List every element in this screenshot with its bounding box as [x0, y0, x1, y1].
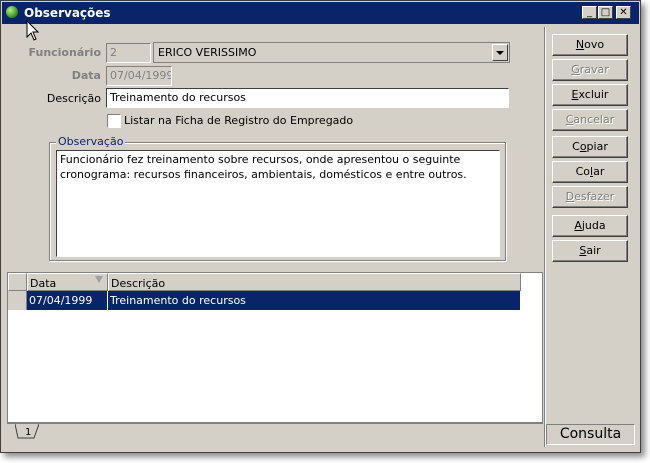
grid-indicator-header	[8, 273, 27, 291]
chevron-down-icon[interactable]	[492, 44, 508, 61]
cell-data[interactable]: 07/04/1999	[27, 291, 108, 310]
novo-button[interactable]: Novo	[552, 34, 628, 56]
observacao-label: Observação	[56, 135, 126, 148]
listar-checkbox[interactable]	[107, 114, 121, 128]
app-icon	[6, 6, 18, 18]
descricao-input[interactable]: Treinamento do recursos	[106, 88, 509, 108]
tab-1-label: 1	[25, 427, 31, 438]
descricao-label: Descrição	[46, 92, 101, 105]
window-title: Observações	[24, 6, 111, 20]
funcionario-label: Funcionário	[28, 46, 101, 59]
status-mode: Consulta	[546, 424, 635, 445]
excluir-button[interactable]: Excluir	[552, 84, 628, 106]
minimize-button[interactable]: _	[582, 6, 597, 19]
listar-label[interactable]: Listar na Ficha de Registro do Empregado	[124, 114, 353, 127]
data-label: Data	[71, 69, 101, 82]
cell-descricao[interactable]: Treinamento do recursos	[108, 291, 521, 310]
column-header-descricao[interactable]: Descrição	[108, 273, 521, 291]
sort-icon	[95, 276, 103, 283]
funcionario-code-field: 2	[106, 43, 151, 63]
cancelar-button[interactable]: Cancelar	[552, 109, 628, 131]
funcionario-name: ERICO VERISSIMO	[158, 46, 257, 59]
gravar-button[interactable]: Gravar	[552, 59, 628, 81]
copiar-button[interactable]: Copiar	[552, 136, 628, 158]
maximize-button[interactable]: □	[598, 6, 613, 19]
title-bar[interactable]: Observações _ □ ✕	[2, 2, 639, 24]
grid-bottom-line	[7, 423, 543, 424]
column-header-data-label: Data	[30, 277, 57, 290]
funcionario-select[interactable]: ERICO VERISSIMO	[153, 42, 510, 63]
ajuda-button[interactable]: Ajuda	[552, 215, 628, 237]
desfazer-button[interactable]: Desfazer	[552, 186, 628, 208]
button-panel-separator	[544, 27, 546, 447]
colar-button[interactable]: Colar	[552, 161, 628, 183]
mouse-cursor-icon	[26, 20, 40, 41]
row-indicator[interactable]	[8, 291, 27, 310]
observacoes-window: Observações _ □ ✕ Funcionário 2 ERICO VE…	[0, 0, 641, 453]
data-field: 07/04/1999	[106, 66, 172, 86]
observacao-textarea[interactable]: Funcionário fez treinamento sobre recurs…	[56, 150, 500, 257]
close-button[interactable]: ✕	[616, 6, 631, 19]
records-grid[interactable]: Data Descrição 07/04/1999 Treinamento do…	[7, 272, 543, 423]
sair-button[interactable]: Sair	[552, 240, 628, 262]
tab-1[interactable]: 1	[15, 424, 39, 440]
